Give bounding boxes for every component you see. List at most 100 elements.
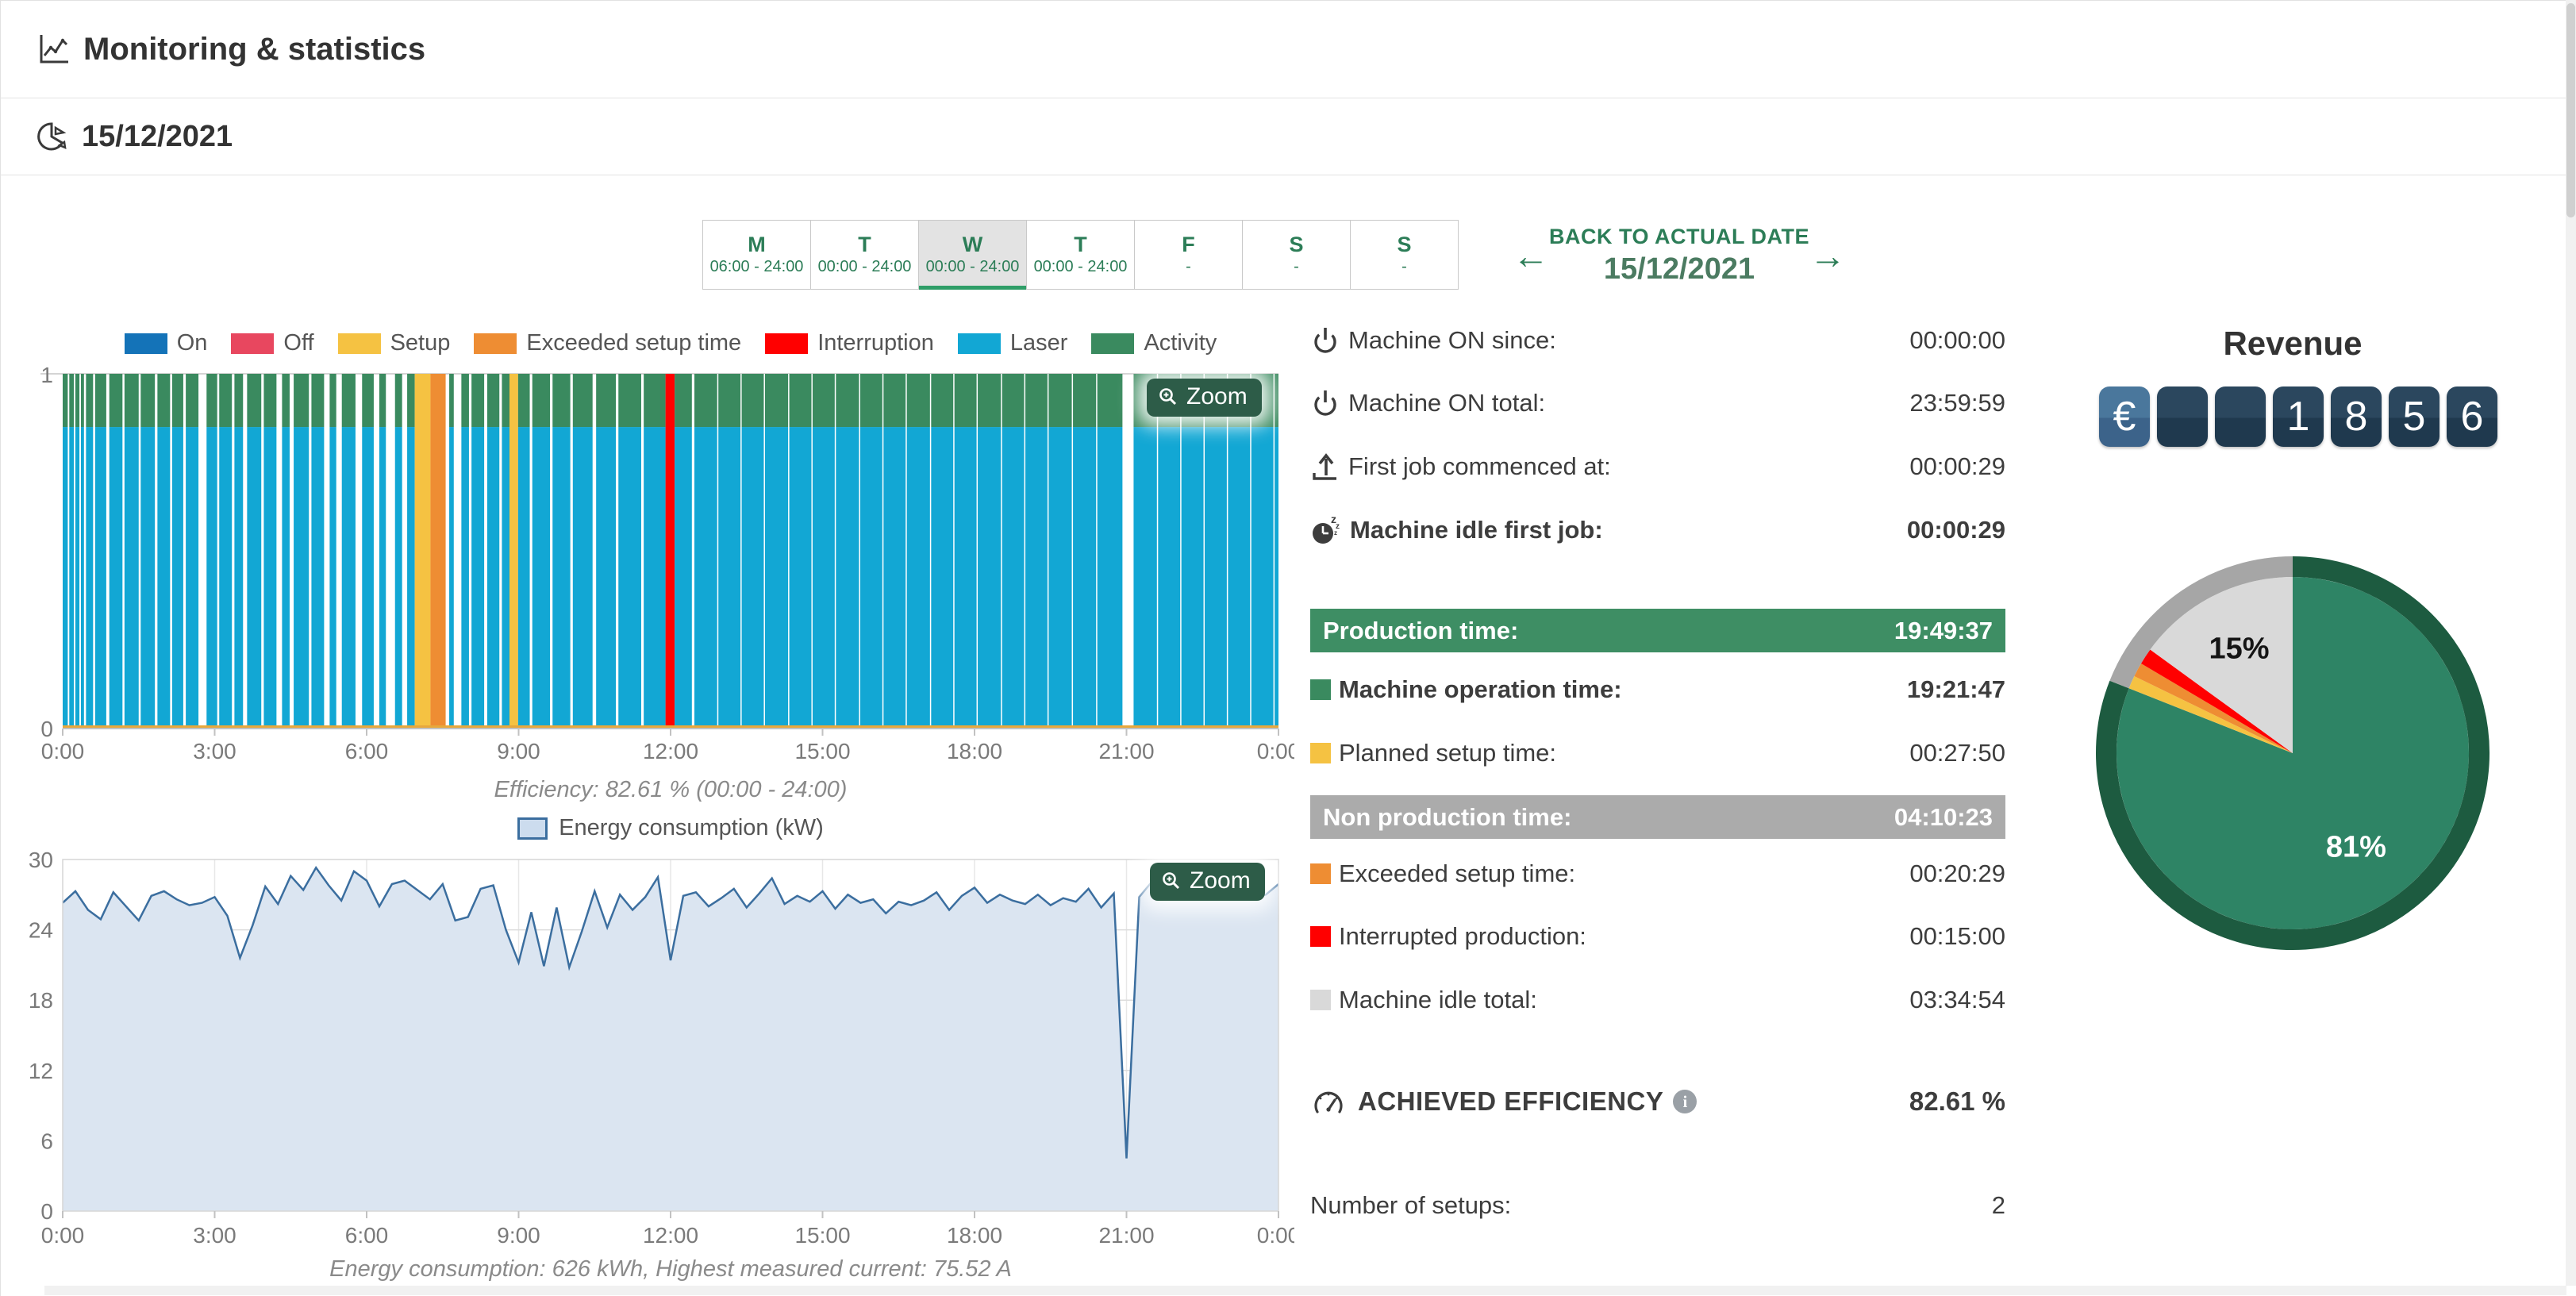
non-production-time-bar: Non production time: 04:10:23 — [1310, 795, 2005, 839]
weekday-range: 00:00 - 24:00 — [926, 256, 1020, 277]
stat-planned-setup-time: Planned setup time: 00:27:50 — [1310, 734, 2005, 772]
stat-machine-operation-time: Machine operation time: 19:21:47 — [1310, 671, 2005, 709]
weekday-letter: S — [1289, 233, 1303, 256]
digit-tile-8: 8 — [2331, 386, 2382, 447]
vertical-scrollbar[interactable] — [2566, 0, 2576, 1286]
weekday-range: 06:00 - 24:00 — [710, 256, 804, 277]
activity-swatch — [1310, 679, 1331, 700]
weekday-letter: T — [1074, 233, 1087, 256]
digit-tile-6: 6 — [2447, 386, 2497, 447]
svg-text:12:00: 12:00 — [643, 1223, 698, 1248]
stat-number-of-setups: Number of setups: 2 — [1310, 1186, 2005, 1225]
interruption-swatch — [1310, 926, 1331, 947]
svg-text:0:00: 0:00 — [1257, 739, 1294, 763]
svg-text:18: 18 — [29, 988, 53, 1013]
gauge-icon — [1310, 1086, 1347, 1117]
svg-text:z: z — [1334, 529, 1337, 536]
legend-item-interruption: Interruption — [765, 330, 934, 356]
weekday-cell-4-F[interactable]: F- — [1134, 220, 1243, 290]
stat-value: 00:00:29 — [1909, 452, 2005, 481]
previous-day-arrow-icon[interactable]: ← — [1513, 237, 1549, 274]
date-navigation: ← BACK TO ACTUAL DATE 15/12/2021 → — [1513, 225, 1846, 287]
stat-exceeded-setup-time: Exceeded setup time: 00:20:29 — [1310, 855, 2005, 893]
weekday-cell-3-T[interactable]: T00:00 - 24:00 — [1026, 220, 1135, 290]
next-day-arrow-icon[interactable]: → — [1809, 237, 1846, 274]
idle-swatch — [1310, 990, 1331, 1010]
svg-text:6:00: 6:00 — [345, 739, 389, 763]
svg-text:21:00: 21:00 — [1098, 739, 1154, 763]
digit-tile-5: 5 — [2389, 386, 2440, 447]
page-header: Monitoring & statistics — [1, 1, 2566, 98]
weekday-cell-6-S[interactable]: S- — [1350, 220, 1459, 290]
legend-label: Off — [283, 330, 313, 356]
stat-value: 00:00:00 — [1909, 326, 2005, 355]
first-job-arrow-icon — [1310, 451, 1340, 483]
horizontal-scrollbar[interactable] — [44, 1286, 2566, 1295]
svg-text:15%: 15% — [2209, 632, 2269, 665]
energy-zoom-label: Zoom — [1190, 867, 1251, 894]
stat-value: 00:00:29 — [1907, 516, 2005, 544]
legend-label: Exceeded setup time — [526, 330, 741, 356]
weekday-range: 00:00 - 24:00 — [818, 256, 912, 277]
exceeded-setup-swatch — [1310, 863, 1331, 884]
pie-chart-icon — [36, 119, 71, 154]
navigation-date: 15/12/2021 — [1604, 252, 1755, 287]
empty-digit-tile — [2157, 386, 2208, 447]
legend-label: Setup — [390, 330, 451, 356]
svg-text:0: 0 — [40, 717, 53, 741]
stat-label: Machine idle total: — [1339, 986, 1537, 1014]
stat-label: Machine operation time: — [1339, 675, 1622, 704]
weekday-cell-0-M[interactable]: M06:00 - 24:00 — [702, 220, 811, 290]
revenue-title: Revenue — [2086, 325, 2499, 363]
svg-text:9:00: 9:00 — [497, 739, 540, 763]
empty-digit-tile — [2215, 386, 2266, 447]
legend-item-setup: Setup — [338, 330, 451, 356]
stat-value: 19:21:47 — [1907, 675, 2005, 704]
weekday-cell-2-W[interactable]: W00:00 - 24:00 — [918, 220, 1027, 290]
vertical-scrollbar-thumb[interactable] — [2566, 3, 2575, 217]
selected-date: 15/12/2021 — [82, 120, 233, 154]
stat-machine-idle-total: Machine idle total: 03:34:54 — [1310, 981, 2005, 1019]
timeline-zoom-button[interactable]: Zoom — [1147, 379, 1262, 417]
stat-value: 23:59:59 — [1909, 389, 2005, 417]
weekday-letter: F — [1182, 233, 1195, 256]
legend-item-laser: Laser — [958, 330, 1068, 356]
legend-item-off: Off — [231, 330, 313, 356]
legend-swatch — [125, 333, 167, 354]
legend-swatch — [474, 333, 517, 354]
legend-label: Activity — [1144, 330, 1217, 356]
svg-text:3:00: 3:00 — [193, 739, 236, 763]
efficiency-caption: Efficiency: 82.61 % (00:00 - 24:00) — [63, 777, 1278, 803]
weekday-letter: M — [748, 233, 766, 256]
stat-machine-on-total: Machine ON total: 23:59:59 — [1310, 384, 2005, 422]
svg-text:18:00: 18:00 — [947, 739, 1002, 763]
stat-machine-idle-first-job: z z z Machine idle first job: 00:00:29 — [1310, 511, 2005, 549]
legend-swatch — [1091, 333, 1134, 354]
production-time-label: Production time: — [1323, 617, 1518, 645]
weekday-range: - — [1294, 256, 1299, 277]
setup-swatch — [1310, 743, 1331, 763]
weekday-cell-5-S[interactable]: S- — [1242, 220, 1351, 290]
legend-item-on: On — [125, 330, 208, 356]
legend-swatch — [231, 333, 274, 354]
stat-label: Planned setup time: — [1339, 739, 1556, 767]
stat-interrupted-production: Interrupted production: 00:15:00 — [1310, 917, 2005, 956]
info-icon[interactable]: i — [1673, 1090, 1697, 1113]
back-to-actual-date-button[interactable]: BACK TO ACTUAL DATE 15/12/2021 — [1549, 225, 1809, 287]
stat-label: Machine idle first job: — [1350, 516, 1603, 544]
energy-zoom-button[interactable]: Zoom — [1150, 863, 1265, 901]
svg-text:30: 30 — [29, 848, 53, 872]
idle-clock-icon: z z z — [1310, 513, 1342, 547]
svg-text:6: 6 — [40, 1129, 53, 1153]
weekday-cell-1-T[interactable]: T00:00 - 24:00 — [810, 220, 919, 290]
stat-label: Interrupted production: — [1339, 922, 1586, 951]
magnifier-icon — [1158, 386, 1178, 407]
efficiency-value: 82.61 % — [1909, 1086, 2005, 1117]
svg-text:3:00: 3:00 — [193, 1223, 236, 1248]
stat-value: 03:34:54 — [1909, 986, 2005, 1014]
energy-consumption-chart: 0:003:006:009:0012:0015:0018:0021:000:00… — [25, 842, 1294, 1255]
weekday-range: 00:00 - 24:00 — [1034, 256, 1128, 277]
stat-label: Machine ON since: — [1348, 326, 1556, 355]
weekday-range: - — [1401, 256, 1407, 277]
legend-label: Interruption — [817, 330, 934, 356]
